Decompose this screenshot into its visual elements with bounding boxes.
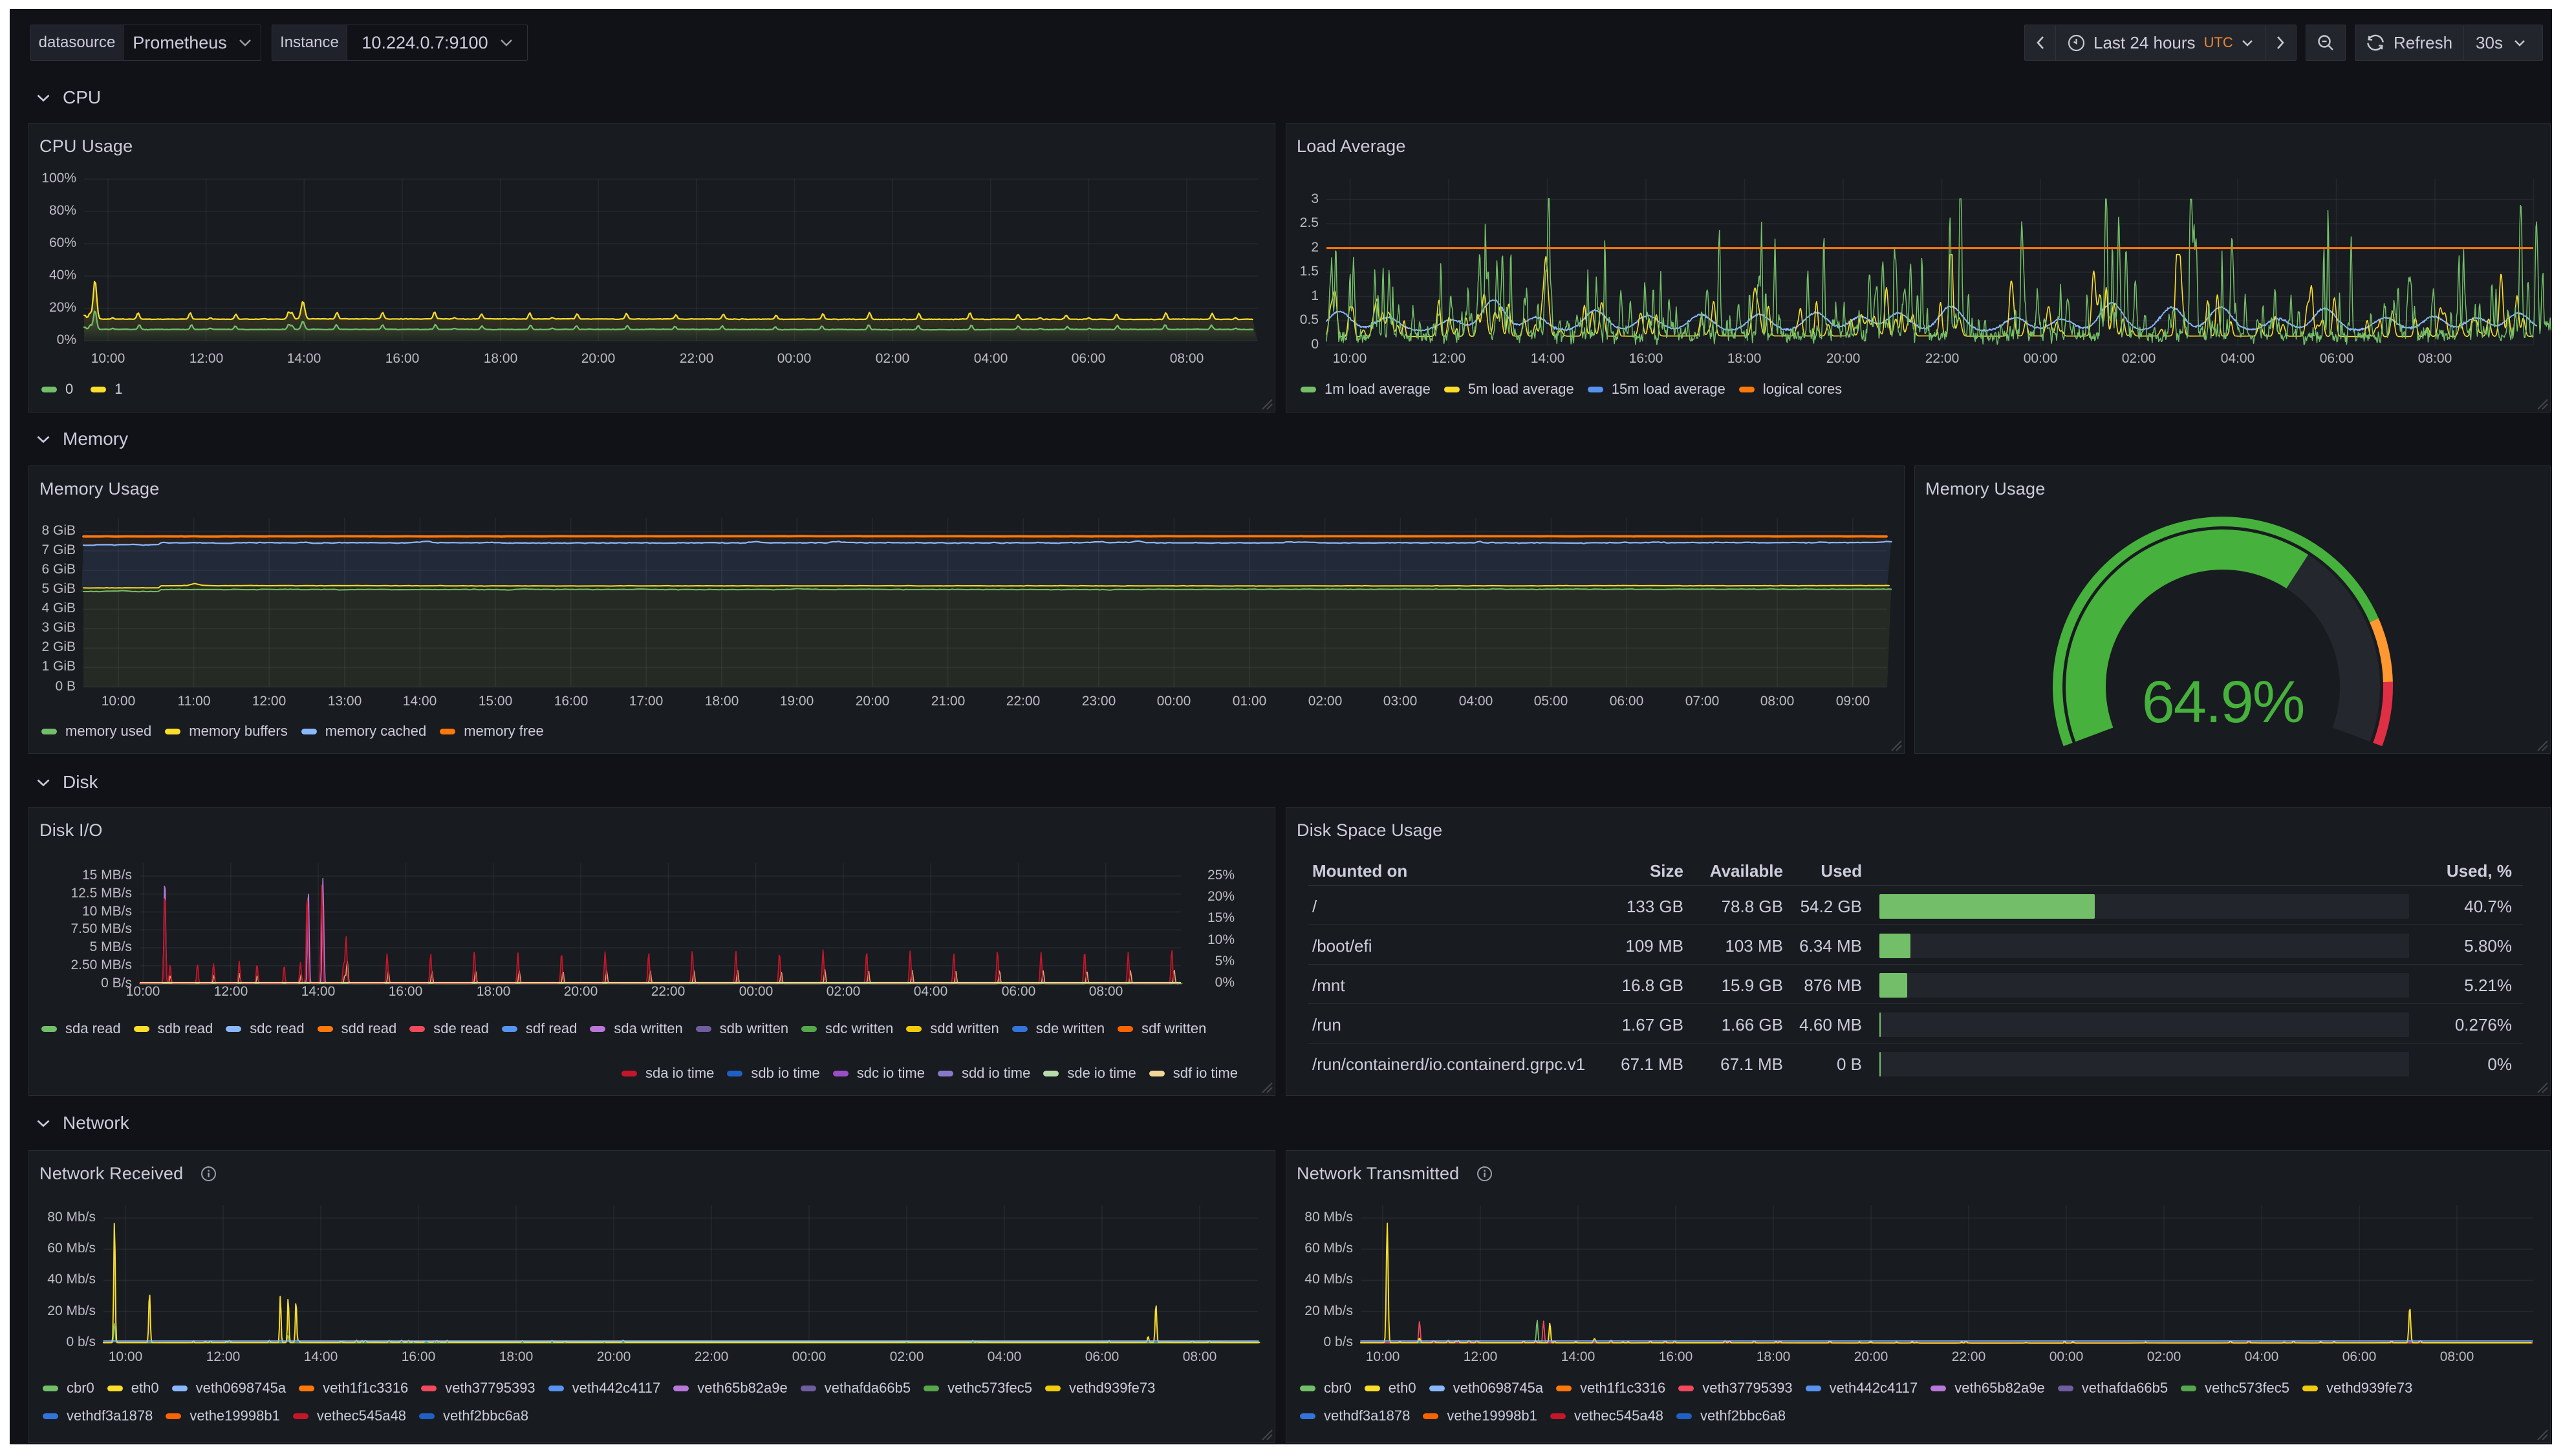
svg-text:64.9%: 64.9% [2142, 669, 2304, 735]
